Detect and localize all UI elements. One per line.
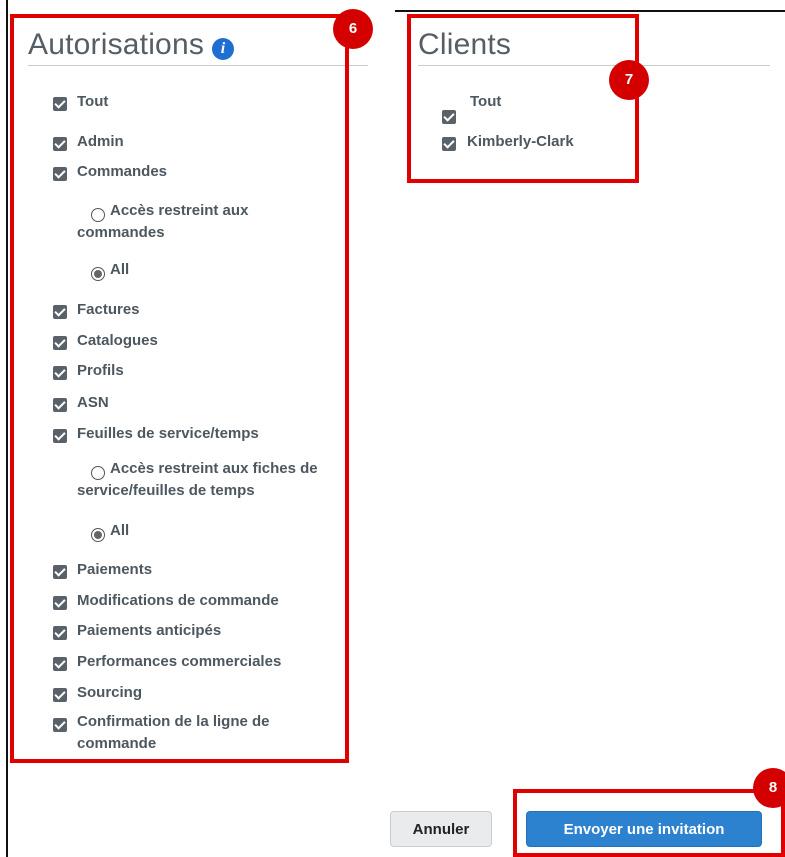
- callout-box-permissions: [10, 14, 349, 763]
- callout-badge-8: 8: [753, 768, 785, 808]
- callout-box-clients: [407, 14, 639, 183]
- callout-badge-6: 6: [333, 9, 373, 49]
- window-left-border: [0, 0, 8, 857]
- callout-box-buttons: [513, 789, 785, 857]
- callout-badge-7: 7: [609, 60, 649, 100]
- window-top-border: [395, 10, 785, 12]
- cancel-button[interactable]: Annuler: [390, 811, 492, 847]
